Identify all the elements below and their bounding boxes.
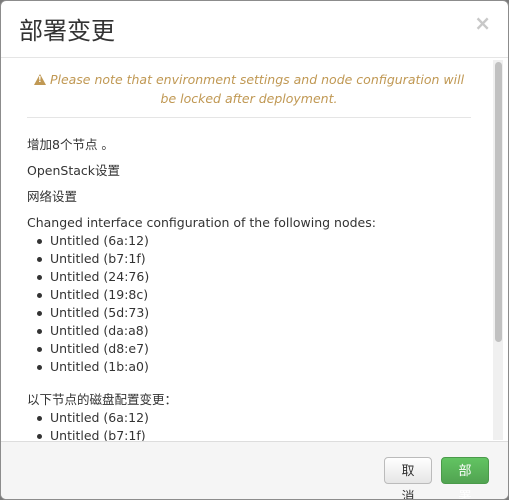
- list-item: Untitled (d8:e7): [27, 340, 471, 358]
- deployment-warning: Please note that environment settings an…: [27, 58, 471, 118]
- list-item: Untitled (b7:1f): [27, 427, 471, 441]
- body-scrollbar[interactable]: [493, 60, 503, 440]
- disk-node-list: Untitled (6a:12) Untitled (b7:1f): [27, 409, 471, 441]
- scrollbar-thumb[interactable]: [495, 62, 502, 342]
- changes-content: Please note that environment settings an…: [27, 58, 471, 441]
- close-button[interactable]: ×: [474, 11, 491, 35]
- dialog-body[interactable]: Please note that environment settings an…: [1, 58, 508, 441]
- interface-node-list: Untitled (6a:12) Untitled (b7:1f) Untitl…: [27, 232, 471, 376]
- add-nodes-text: 增加8个节点 。: [27, 137, 114, 152]
- list-item: Untitled (19:8c): [27, 286, 471, 304]
- list-item: Untitled (5d:73): [27, 304, 471, 322]
- list-item: Untitled (24:76): [27, 268, 471, 286]
- interface-changes-header: Changed interface configuration of the f…: [27, 215, 376, 230]
- deploy-changes-dialog: 部署变更 × Please note that environment sett…: [0, 0, 509, 500]
- cancel-button[interactable]: 取消: [384, 457, 432, 499]
- list-item: Untitled (6a:12): [27, 409, 471, 427]
- openstack-settings-text: OpenStack设置: [27, 163, 120, 178]
- disk-changes-header: 以下节点的磁盘配置变更：: [27, 392, 178, 407]
- dialog-title: 部署变更: [19, 17, 115, 45]
- warning-icon: [33, 74, 46, 85]
- list-item: Untitled (b7:1f): [27, 250, 471, 268]
- dialog-footer: 取消 部署: [1, 441, 508, 499]
- network-settings-text: 网络设置: [27, 189, 78, 204]
- dialog-header: 部署变更 ×: [1, 1, 508, 58]
- list-item: Untitled (6a:12): [27, 232, 471, 250]
- list-item: Untitled (1b:a0): [27, 358, 471, 376]
- list-item: Untitled (da:a8): [27, 322, 471, 340]
- warning-text: Please note that environment settings an…: [49, 72, 465, 106]
- deploy-button[interactable]: 部署: [441, 457, 489, 499]
